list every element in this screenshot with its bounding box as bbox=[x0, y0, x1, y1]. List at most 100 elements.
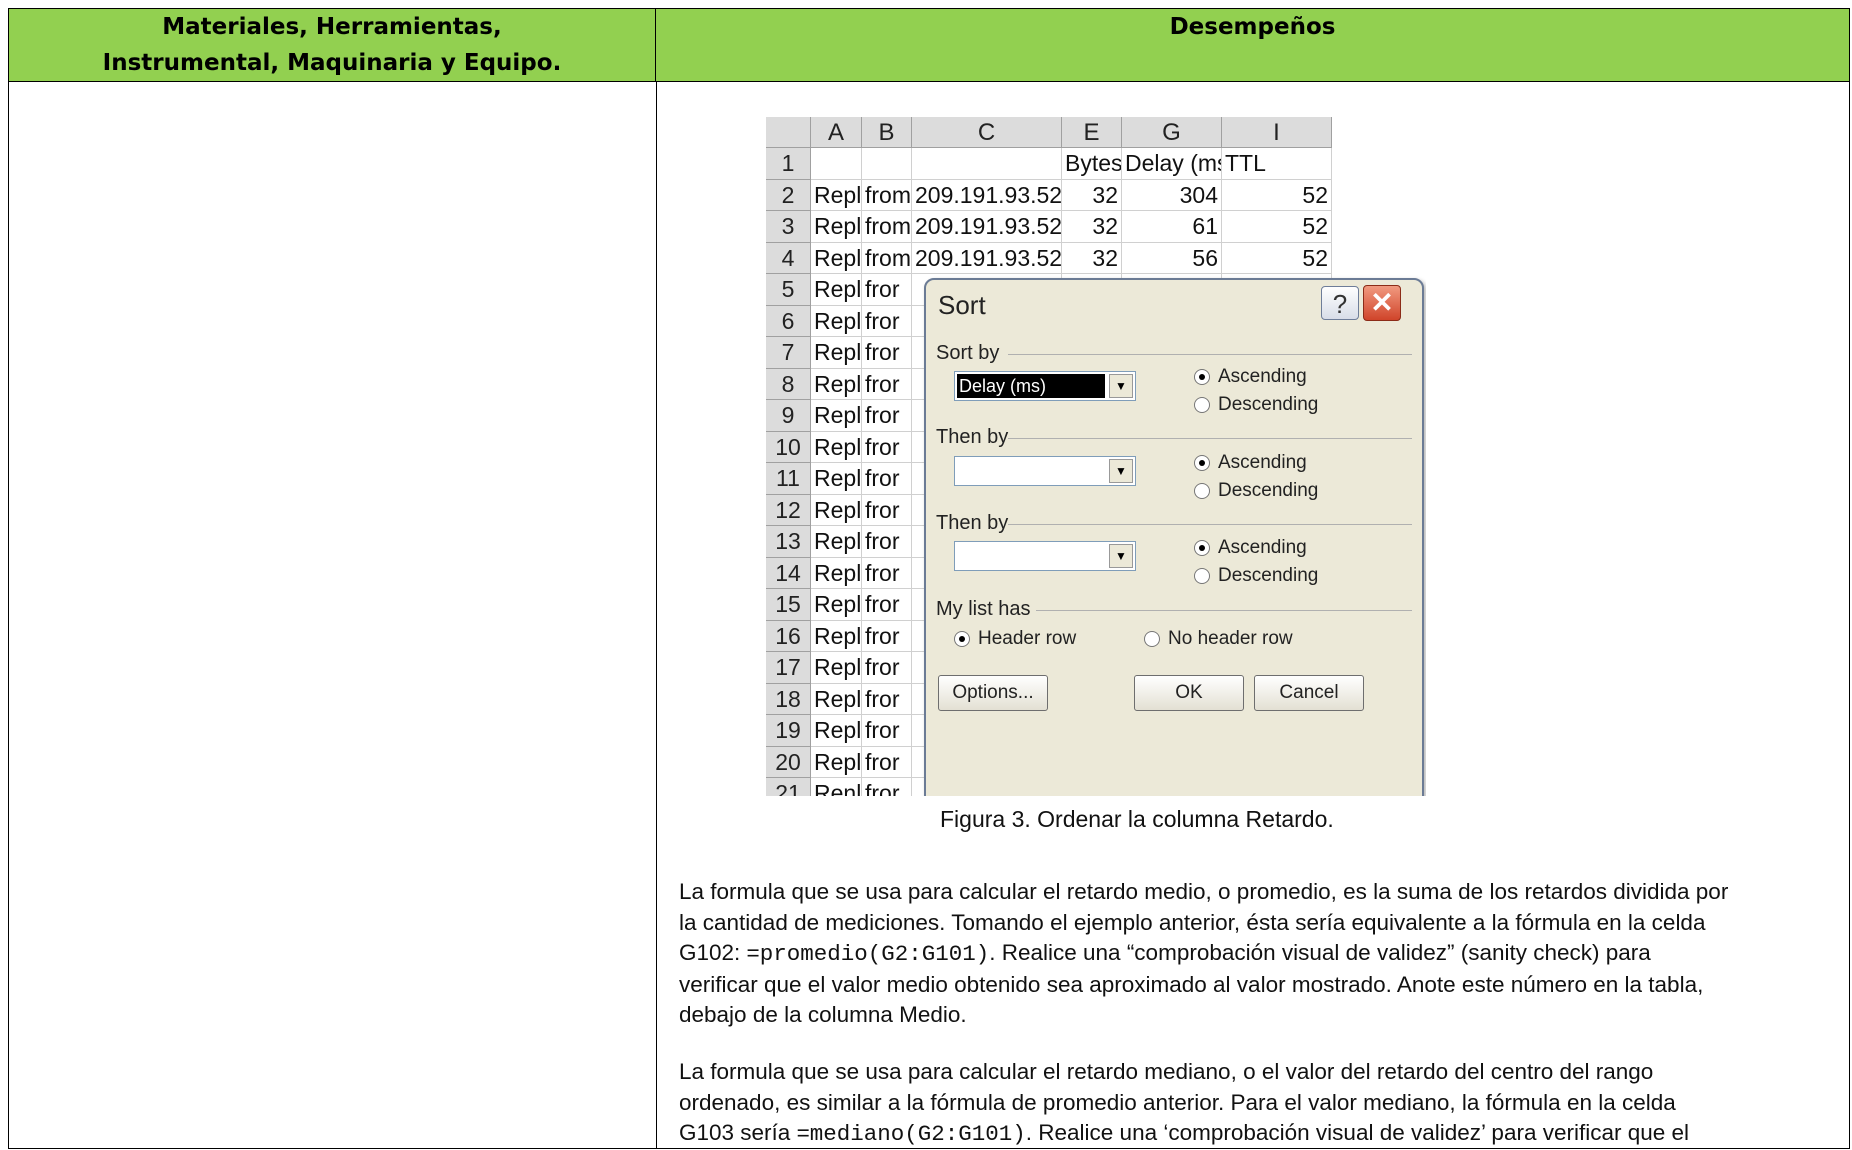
row-header[interactable]: 6 bbox=[766, 305, 811, 337]
grid-cell[interactable]: Reply bbox=[811, 400, 862, 432]
then-by-descending-radio[interactable]: Descending bbox=[1194, 480, 1318, 502]
grid-cell[interactable]: from bbox=[862, 242, 912, 274]
grid-cell[interactable]: fror bbox=[862, 337, 912, 369]
grid-cell[interactable]: 52 bbox=[1222, 179, 1332, 211]
row-header[interactable]: 12 bbox=[766, 494, 811, 526]
then-by-ascending-radio[interactable]: Ascending bbox=[1194, 452, 1307, 474]
help-icon[interactable]: ? bbox=[1321, 286, 1359, 320]
grid-cell[interactable]: Reply bbox=[811, 368, 862, 400]
grid-cell[interactable]: 209.191.93.52: bbox=[912, 211, 1062, 243]
close-icon[interactable]: ✕ bbox=[1363, 285, 1401, 321]
column-header-b[interactable]: B bbox=[862, 117, 912, 148]
grid-cell[interactable]: Reply bbox=[811, 620, 862, 652]
grid-cell[interactable] bbox=[811, 148, 862, 180]
column-header-g[interactable]: G bbox=[1122, 117, 1222, 148]
grid-cell[interactable]: Bytes bbox=[1062, 148, 1122, 180]
row-header[interactable]: 21 bbox=[766, 778, 811, 796]
row-header[interactable]: 15 bbox=[766, 589, 811, 621]
row-header[interactable]: 4 bbox=[766, 242, 811, 274]
grid-cell[interactable] bbox=[862, 148, 912, 180]
grid-cell[interactable]: TTL bbox=[1222, 148, 1332, 180]
grid-cell[interactable]: 209.191.93.52: bbox=[912, 179, 1062, 211]
column-header-e[interactable]: E bbox=[1062, 117, 1122, 148]
grid-cell[interactable]: Reply bbox=[811, 494, 862, 526]
chevron-down-icon[interactable]: ▼ bbox=[1109, 459, 1133, 483]
row-header[interactable]: 9 bbox=[766, 400, 811, 432]
row-header[interactable]: 1 bbox=[766, 148, 811, 180]
row-header[interactable]: 14 bbox=[766, 557, 811, 589]
row-header[interactable]: 7 bbox=[766, 337, 811, 369]
grid-cell[interactable]: 56 bbox=[1122, 242, 1222, 274]
row-header[interactable]: 18 bbox=[766, 683, 811, 715]
grid-cell[interactable]: Renly bbox=[811, 778, 862, 796]
grid-cell[interactable]: Delay (ms bbox=[1122, 148, 1222, 180]
grid-cell[interactable]: Reply bbox=[811, 746, 862, 778]
chevron-down-icon[interactable]: ▼ bbox=[1109, 374, 1133, 398]
ok-button[interactable]: OK bbox=[1134, 675, 1244, 711]
grid-cell[interactable]: Reply bbox=[811, 211, 862, 243]
sort-by-select[interactable]: Delay (ms) ▼ bbox=[954, 371, 1136, 401]
grid-cell[interactable] bbox=[912, 148, 1062, 180]
sort-by-ascending-radio[interactable]: Ascending bbox=[1194, 366, 1307, 388]
grid-cell[interactable]: fror bbox=[862, 557, 912, 589]
grid-cell[interactable]: fror bbox=[862, 494, 912, 526]
grid-cell[interactable]: fror bbox=[862, 620, 912, 652]
grid-cell[interactable]: fror bbox=[862, 431, 912, 463]
row-header[interactable]: 3 bbox=[766, 211, 811, 243]
grid-cell[interactable]: fror bbox=[862, 778, 912, 796]
row-header[interactable]: 20 bbox=[766, 746, 811, 778]
grid-cell[interactable]: fror bbox=[862, 715, 912, 747]
grid-cell[interactable]: Reply bbox=[811, 337, 862, 369]
grid-cell[interactable]: Reply bbox=[811, 242, 862, 274]
grid-cell[interactable]: Reply bbox=[811, 557, 862, 589]
column-header-c[interactable]: C bbox=[912, 117, 1062, 148]
grid-cell[interactable]: Reply bbox=[811, 589, 862, 621]
then-by-2-descending-radio[interactable]: Descending bbox=[1194, 565, 1318, 587]
grid-cell[interactable]: fror bbox=[862, 589, 912, 621]
grid-cell[interactable]: fror bbox=[862, 400, 912, 432]
chevron-down-icon[interactable]: ▼ bbox=[1109, 544, 1133, 568]
row-header[interactable]: 17 bbox=[766, 652, 811, 684]
grid-corner[interactable] bbox=[766, 117, 811, 148]
grid-cell[interactable]: 61 bbox=[1122, 211, 1222, 243]
grid-cell[interactable]: fror bbox=[862, 368, 912, 400]
then-by-2-select[interactable]: ▼ bbox=[954, 541, 1136, 571]
row-header[interactable]: 11 bbox=[766, 463, 811, 495]
grid-cell[interactable]: 304 bbox=[1122, 179, 1222, 211]
grid-cell[interactable]: from bbox=[862, 179, 912, 211]
grid-cell[interactable]: fror bbox=[862, 652, 912, 684]
grid-cell[interactable]: 52 bbox=[1222, 242, 1332, 274]
sort-by-descending-radio[interactable]: Descending bbox=[1194, 394, 1318, 416]
grid-cell[interactable]: fror bbox=[862, 683, 912, 715]
grid-cell[interactable]: 52 bbox=[1222, 211, 1332, 243]
header-row-radio[interactable]: Header row bbox=[954, 628, 1076, 650]
row-header[interactable]: 13 bbox=[766, 526, 811, 558]
cancel-button[interactable]: Cancel bbox=[1254, 675, 1364, 711]
grid-cell[interactable]: Reply bbox=[811, 526, 862, 558]
grid-cell[interactable]: from bbox=[862, 211, 912, 243]
grid-cell[interactable]: fror bbox=[862, 526, 912, 558]
grid-cell[interactable]: Reply bbox=[811, 715, 862, 747]
row-header[interactable]: 19 bbox=[766, 715, 811, 747]
row-header[interactable]: 8 bbox=[766, 368, 811, 400]
grid-cell[interactable]: Reply bbox=[811, 463, 862, 495]
row-header[interactable]: 16 bbox=[766, 620, 811, 652]
column-header-i[interactable]: I bbox=[1222, 117, 1332, 148]
grid-cell[interactable]: Reply bbox=[811, 274, 862, 306]
grid-cell[interactable]: Reply bbox=[811, 179, 862, 211]
grid-cell[interactable]: fror bbox=[862, 274, 912, 306]
then-by-2-ascending-radio[interactable]: Ascending bbox=[1194, 537, 1307, 559]
grid-cell[interactable]: 32 bbox=[1062, 242, 1122, 274]
then-by-select[interactable]: ▼ bbox=[954, 456, 1136, 486]
grid-cell[interactable]: Reply bbox=[811, 431, 862, 463]
grid-cell[interactable]: Reply bbox=[811, 652, 862, 684]
options-button[interactable]: Options... bbox=[938, 675, 1048, 711]
grid-cell[interactable]: 209.191.93.52: bbox=[912, 242, 1062, 274]
grid-cell[interactable]: 32 bbox=[1062, 211, 1122, 243]
grid-cell[interactable]: fror bbox=[862, 746, 912, 778]
row-header[interactable]: 5 bbox=[766, 274, 811, 306]
row-header[interactable]: 10 bbox=[766, 431, 811, 463]
grid-cell[interactable]: Reply bbox=[811, 305, 862, 337]
grid-cell[interactable]: Reply bbox=[811, 683, 862, 715]
column-header-a[interactable]: A bbox=[811, 117, 862, 148]
